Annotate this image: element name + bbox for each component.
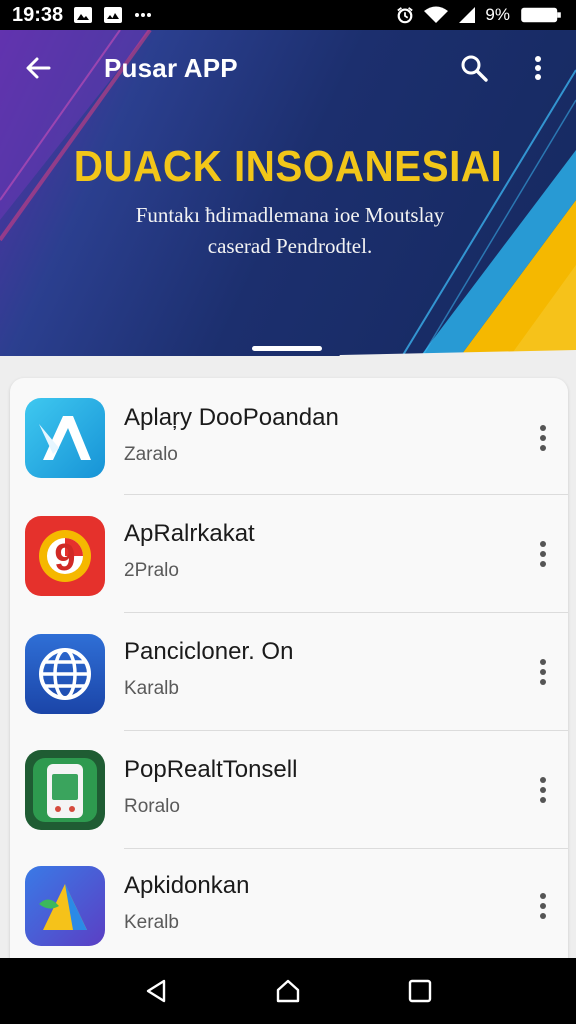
app-subtitle: Karalb bbox=[124, 678, 179, 699]
app-title: Apkidonkan bbox=[124, 872, 250, 899]
list-item[interactable]: Pancicloner. On Karalb bbox=[10, 614, 568, 731]
phone-icon bbox=[25, 750, 105, 830]
more-vert-icon[interactable] bbox=[528, 770, 558, 810]
status-bar: 19:38 9% bbox=[0, 0, 576, 30]
app-9-icon: 9 bbox=[25, 516, 105, 596]
signal-icon bbox=[457, 6, 477, 24]
app-title: Pusar APP bbox=[104, 52, 238, 83]
more-vert-icon[interactable] bbox=[528, 886, 558, 926]
navigation-bar bbox=[0, 958, 576, 1024]
app-title: PopRealtTonsell bbox=[124, 756, 298, 783]
divider bbox=[124, 848, 568, 849]
battery-icon bbox=[518, 6, 564, 24]
more-vert-icon[interactable] bbox=[528, 418, 558, 458]
list-item[interactable]: Aplaŗy DooPoandan Zaralo bbox=[10, 378, 568, 495]
hero-subtitle-line2: caserad Pendrodtel. bbox=[207, 234, 373, 258]
image-icon bbox=[103, 6, 123, 24]
status-time: 19:38 bbox=[12, 3, 64, 26]
more-dots-icon bbox=[133, 6, 153, 24]
more-vert-icon[interactable] bbox=[528, 652, 558, 692]
list-item[interactable]: PopRealtTonsell Roralo bbox=[10, 732, 568, 849]
page-indicator bbox=[252, 346, 322, 351]
app-title: Aplaŗy DooPoandan bbox=[124, 404, 339, 431]
alarm-icon bbox=[395, 6, 415, 24]
app-a-icon bbox=[25, 398, 105, 478]
nav-home-icon[interactable] bbox=[268, 971, 308, 1011]
globe-icon bbox=[25, 634, 105, 714]
app-bar: Pusar APP bbox=[0, 30, 576, 106]
more-vert-icon[interactable] bbox=[528, 534, 558, 574]
battery-percent: 9% bbox=[485, 5, 510, 24]
list-item[interactable]: Apkidonkan Keralb bbox=[10, 850, 568, 967]
svg-text:9: 9 bbox=[54, 537, 75, 579]
hero-subtitle-line1: Funtakı ħdimadlemana ioe Moutslay bbox=[135, 203, 445, 227]
app-subtitle: Roralo bbox=[124, 796, 180, 817]
arrow-play-icon bbox=[25, 866, 105, 946]
more-vert-icon[interactable] bbox=[518, 48, 558, 88]
gallery-icon bbox=[73, 6, 93, 24]
app-title: ApRalrkakat bbox=[124, 520, 255, 547]
hero-heading: DUACK INSOANESIAI bbox=[73, 142, 503, 191]
content-area: Aplaŗy DooPoandan Zaralo 9 ApRalrkakat bbox=[0, 356, 576, 978]
divider bbox=[124, 612, 568, 613]
wifi-icon bbox=[423, 6, 449, 24]
nav-recents-icon[interactable] bbox=[400, 971, 440, 1011]
divider bbox=[124, 730, 568, 731]
hero-banner: Pusar APP DUACK INSOANESIAI Funtakı ħdim… bbox=[0, 30, 576, 370]
divider bbox=[124, 494, 568, 495]
app-title: Pancicloner. On bbox=[124, 638, 294, 665]
hero-subtitle: Funtakı ħdimadlemana ioe Moutslay casera… bbox=[60, 200, 520, 262]
search-icon[interactable] bbox=[454, 48, 494, 88]
app-subtitle: Zaralo bbox=[124, 444, 178, 465]
app-subtitle: Keralb bbox=[124, 912, 179, 933]
nav-back-icon[interactable] bbox=[136, 971, 176, 1011]
app-list-card: Aplaŗy DooPoandan Zaralo 9 ApRalrkakat bbox=[10, 378, 568, 978]
arrow-back-icon[interactable] bbox=[18, 48, 58, 88]
app-subtitle: 2Pralo bbox=[124, 560, 179, 581]
list-item[interactable]: 9 ApRalrkakat 2Pralo bbox=[10, 496, 568, 613]
